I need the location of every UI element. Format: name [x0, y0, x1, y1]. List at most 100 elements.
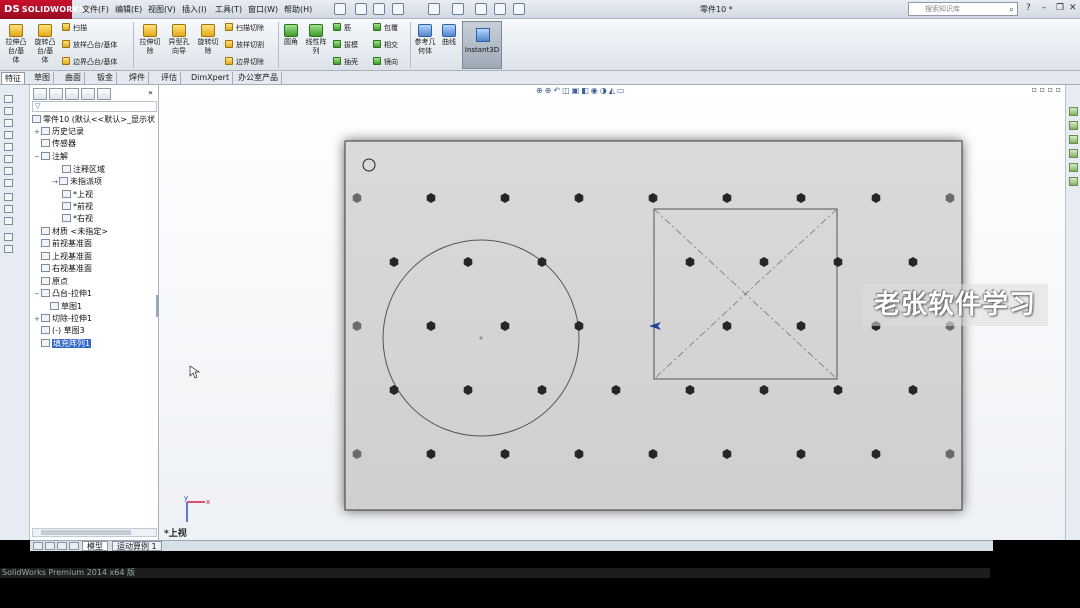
sweep-button[interactable]: 扫描: [62, 23, 87, 33]
tree-item-right-view[interactable]: *右视: [62, 213, 93, 224]
tool-icon[interactable]: [4, 245, 13, 253]
extrude-boss-button[interactable]: 拉伸凸 台/基 体: [3, 24, 29, 65]
tree-item-front-view[interactable]: *前视: [62, 201, 93, 212]
undo-icon[interactable]: [428, 3, 440, 15]
boundary-boss-button[interactable]: 边界凸台/基体: [62, 57, 117, 67]
minimize-icon[interactable]: –: [1042, 3, 1047, 13]
next-tab-icon[interactable]: [57, 542, 67, 550]
scrollbar-thumb[interactable]: [41, 530, 131, 535]
revolve-boss-button[interactable]: 旋转凸 台/基 体: [31, 24, 59, 65]
tree-item-unassigned[interactable]: → 未指派项: [52, 176, 102, 188]
first-tab-icon[interactable]: [33, 542, 43, 550]
tree-item-right-plane[interactable]: 右视基准面: [41, 263, 92, 274]
close-icon[interactable]: ✕: [1069, 3, 1077, 13]
tool-icon[interactable]: [4, 217, 13, 225]
search-icon[interactable]: ⌕: [1009, 4, 1014, 16]
open-icon[interactable]: [355, 3, 367, 15]
restore-icon[interactable]: ❐: [1056, 3, 1064, 13]
view-palette-icon[interactable]: [1069, 149, 1078, 158]
linear-pattern-button[interactable]: 线性阵 列: [303, 24, 329, 56]
tree-item-history[interactable]: + 历史记录: [34, 126, 84, 138]
lofted-cut-button[interactable]: 放样切割: [225, 40, 264, 50]
search-input[interactable]: 搜索知识库 ⌕: [908, 2, 1018, 16]
save-icon[interactable]: [373, 3, 385, 15]
dimxpert-tab-icon[interactable]: [81, 88, 95, 100]
tool-icon[interactable]: [4, 155, 13, 163]
swept-cut-button[interactable]: 扫描切除: [225, 23, 264, 33]
tree-item-sensors[interactable]: 传感器: [34, 138, 76, 149]
menu-tools[interactable]: 工具(T): [215, 4, 242, 15]
tool-icon[interactable]: [4, 95, 13, 103]
tab-sheet-metal[interactable]: 钣金: [94, 72, 117, 84]
print-icon[interactable]: [392, 3, 404, 15]
tree-item-top-view[interactable]: *上视: [62, 189, 93, 200]
tab-office-products[interactable]: 办公室产品: [235, 72, 282, 84]
tree-item-sketch3[interactable]: (-) 草图3: [41, 325, 85, 336]
config-manager-tab-icon[interactable]: [65, 88, 79, 100]
tool-icon[interactable]: [4, 193, 13, 201]
loft-boss-button[interactable]: 放样凸台/基体: [62, 40, 117, 50]
tree-item-cut-extrude[interactable]: + 切除-拉伸1: [34, 313, 92, 325]
select-icon[interactable]: [452, 3, 464, 15]
menu-window[interactable]: 窗口(W): [248, 4, 278, 15]
appearances-icon[interactable]: [1069, 163, 1078, 172]
last-tab-icon[interactable]: [69, 542, 79, 550]
tab-surfaces[interactable]: 曲面: [62, 72, 85, 84]
tool-icon[interactable]: [4, 107, 13, 115]
tab-evaluate[interactable]: 评估: [158, 72, 181, 84]
options-icon[interactable]: [513, 3, 525, 15]
tree-item-origin[interactable]: 原点: [41, 276, 68, 287]
tool-icon[interactable]: [4, 179, 13, 187]
tool-icon[interactable]: [4, 205, 13, 213]
tree-root[interactable]: 零件10 (默认<<默认>_显示状: [32, 114, 155, 125]
tool-icon[interactable]: [4, 233, 13, 241]
tree-item-boss-extrude[interactable]: − 凸台-拉伸1: [34, 288, 92, 300]
tree-item-top-plane[interactable]: 上视基准面: [41, 251, 92, 262]
intersect-button[interactable]: 相交: [373, 40, 398, 50]
tab-features[interactable]: 特征: [1, 72, 25, 84]
boundary-cut-button[interactable]: 边界切除: [225, 57, 264, 67]
feature-tree-tab-icon[interactable]: [33, 88, 47, 100]
fillet-button[interactable]: 圆角: [281, 24, 301, 47]
tool-icon[interactable]: [4, 167, 13, 175]
tool-icon[interactable]: [4, 131, 13, 139]
tool-icon[interactable]: [4, 143, 13, 151]
rib-button[interactable]: 筋: [333, 23, 351, 33]
solidworks-logo[interactable]: DS SOLIDWORKS: [0, 0, 85, 19]
sw-resources-icon[interactable]: [1069, 107, 1078, 116]
rebuild-icon[interactable]: [475, 3, 487, 15]
design-library-icon[interactable]: [1069, 121, 1078, 130]
menu-insert[interactable]: 插入(I): [182, 4, 207, 15]
tab-dimxpert[interactable]: DimXpert: [188, 72, 234, 84]
mirror-button[interactable]: 镜向: [373, 57, 398, 67]
tree-item-notes-area[interactable]: 注释区域: [62, 164, 105, 175]
shell-button[interactable]: 抽壳: [333, 57, 358, 67]
instant3d-button[interactable]: Instant3D: [462, 21, 502, 69]
revolve-cut-button[interactable]: 旋转切 除: [195, 24, 221, 56]
extrude-cut-button[interactable]: 拉伸切 除: [137, 24, 163, 56]
tree-filter-input[interactable]: ▽: [32, 101, 157, 112]
draft-button[interactable]: 拔模: [333, 40, 358, 50]
wrap-button[interactable]: 包覆: [373, 23, 398, 33]
custom-props-icon[interactable]: [1069, 177, 1078, 186]
curves-button[interactable]: 曲线: [439, 24, 459, 47]
prev-tab-icon[interactable]: [45, 542, 55, 550]
reference-geometry-button[interactable]: 参考几 何体: [413, 24, 437, 56]
help-icon[interactable]: ?: [1026, 3, 1031, 13]
tree-item-annotations[interactable]: − 注解: [34, 151, 68, 163]
tab-model[interactable]: 模型: [82, 541, 108, 551]
file-explorer-icon[interactable]: [1069, 135, 1078, 144]
tab-sketch[interactable]: 草图: [31, 72, 54, 84]
display-manager-tab-icon[interactable]: [97, 88, 111, 100]
menu-file[interactable]: 文件(F): [82, 4, 109, 15]
new-icon[interactable]: [334, 3, 346, 15]
tree-item-material[interactable]: 材质 <未指定>: [41, 226, 108, 237]
tree-horizontal-scrollbar[interactable]: [32, 528, 157, 537]
tool-icon[interactable]: [4, 119, 13, 127]
menu-help[interactable]: 帮助(H): [284, 4, 312, 15]
tree-item-fill-pattern[interactable]: 填充阵列1: [41, 338, 92, 349]
tab-weldments[interactable]: 焊件: [126, 72, 149, 84]
hole-wizard-button[interactable]: 异型孔 向导: [165, 24, 193, 56]
tree-item-sketch1[interactable]: 草图1: [50, 301, 82, 312]
tree-item-front-plane[interactable]: 前视基准面: [41, 238, 92, 249]
